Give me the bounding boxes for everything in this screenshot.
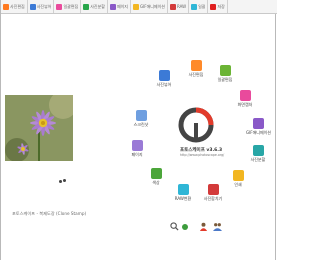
tab-icon xyxy=(132,3,139,10)
tab-3[interactable]: 일괄편집 xyxy=(54,0,82,13)
search-icon[interactable] xyxy=(170,222,179,231)
tool-batch[interactable]: 일괄편집 xyxy=(213,65,237,83)
tab-bar: 사진편집 사진뷰어 일괄편집 사진분할 페이지 GIF애니메이션 RAW 일괄 … xyxy=(1,0,277,14)
print-icon xyxy=(232,170,244,181)
tool-color[interactable]: 색상 xyxy=(144,168,168,186)
splitter-icon xyxy=(252,145,264,156)
tool-viewer[interactable]: 사진뷰어 xyxy=(152,70,176,88)
tab-2[interactable]: 사진뷰어 xyxy=(28,0,55,13)
tab-icon xyxy=(210,3,217,10)
pagination-dots xyxy=(59,179,67,185)
tab-5[interactable]: 페이지 xyxy=(108,0,131,13)
tab-7[interactable]: RAW xyxy=(168,0,190,13)
tool-combine[interactable]: 사진합치기 xyxy=(201,184,225,202)
tab-icon xyxy=(3,3,9,10)
combine-icon xyxy=(207,184,219,195)
dot[interactable] xyxy=(59,180,62,183)
tab-8[interactable]: 일괄 xyxy=(189,0,209,13)
viewer-icon xyxy=(158,70,170,81)
tool-raw[interactable]: RAW변환 xyxy=(171,184,195,202)
capture-icon xyxy=(239,90,251,101)
tool-gif[interactable]: GIF애니메이션 xyxy=(246,118,271,136)
tab-9[interactable]: 저장 xyxy=(208,0,228,13)
tool-screen-capture[interactable]: 화면캡처 xyxy=(233,90,257,108)
tool-splitter[interactable]: 사진분할 xyxy=(246,145,270,163)
user-icon[interactable] xyxy=(199,222,208,231)
tab-icon xyxy=(109,3,116,10)
screenshot-icon xyxy=(135,110,147,121)
logo-url: http://www.photoscape.org/ xyxy=(180,153,225,157)
editor-icon xyxy=(190,60,202,71)
green-dot-icon[interactable] xyxy=(182,224,188,230)
people-icon[interactable] xyxy=(213,222,222,231)
tool-screenshot[interactable]: 스크린샷 xyxy=(129,110,153,128)
status-text: 포토스케이프 - 복제도장 (Clone Stamp) xyxy=(12,211,87,216)
color-icon xyxy=(150,168,162,179)
photoscape-logo xyxy=(178,107,214,143)
tab-icon xyxy=(29,3,36,10)
page-icon xyxy=(131,140,143,151)
dot[interactable] xyxy=(63,179,66,182)
main-window: 사진편집 사진뷰어 일괄편집 사진분할 페이지 GIF애니메이션 RAW 일괄 … xyxy=(0,0,277,260)
tab-icon xyxy=(169,3,176,10)
photo-preview xyxy=(5,95,73,161)
tool-page[interactable]: 페이지 xyxy=(125,140,149,158)
tool-print[interactable]: 인쇄 xyxy=(226,170,250,188)
tab-icon xyxy=(83,3,90,10)
tab-4[interactable]: 사진분할 xyxy=(81,0,108,13)
tab-icon xyxy=(191,3,198,10)
gif-icon xyxy=(252,118,264,129)
batch-icon xyxy=(219,65,231,76)
raw-icon xyxy=(177,184,189,195)
tab-bar-fill xyxy=(228,0,277,13)
tab-6[interactable]: GIF애니메이션 xyxy=(131,0,168,13)
tab-1[interactable]: 사진편집 xyxy=(1,0,28,13)
tab-icon xyxy=(56,3,63,10)
tool-editor[interactable]: 사진편집 xyxy=(184,60,208,78)
